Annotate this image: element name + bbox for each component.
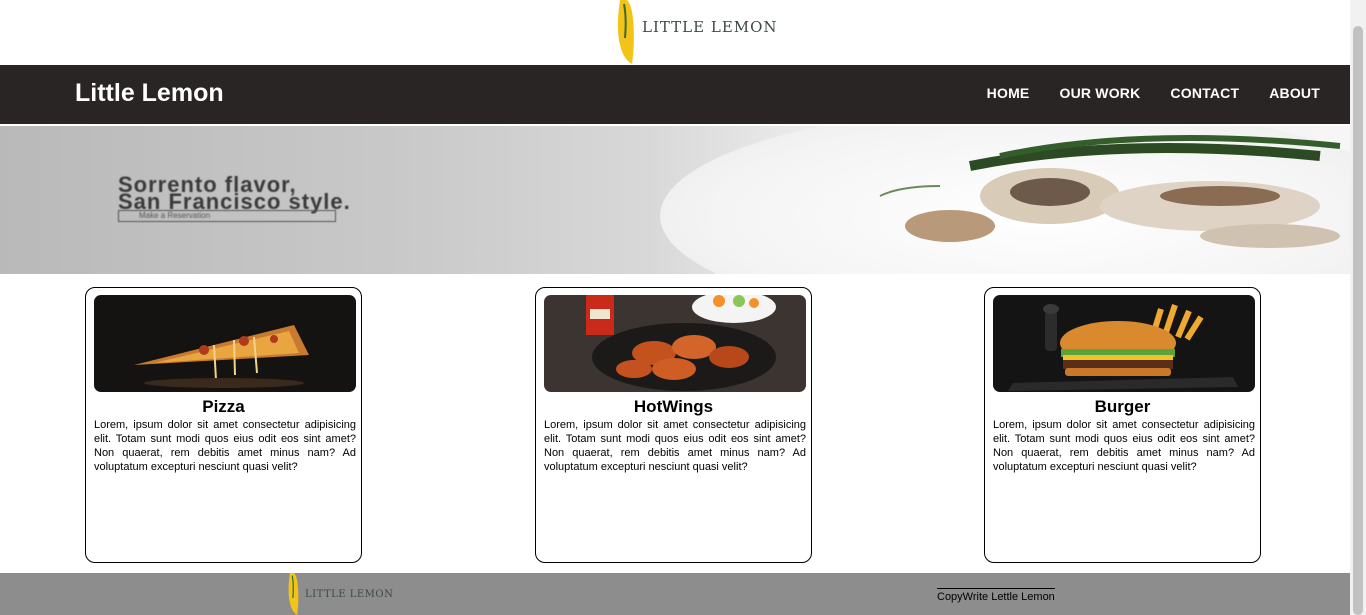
footer-logo[interactable]: LITTLE LEMON: [288, 573, 393, 615]
copyright-text: CopyWrite Lettle Lemon: [937, 588, 1055, 603]
nav-home-link[interactable]: HOME: [987, 85, 1030, 101]
menu-card-hotwings[interactable]: HotWings Lorem, ipsum dolor sit amet con…: [535, 287, 812, 563]
scrollbar-thumb[interactable]: [1353, 26, 1363, 615]
card-description: Lorem, ipsum dolor sit amet consectetur …: [94, 419, 356, 473]
nav-contact-link[interactable]: CONTACT: [1170, 85, 1239, 101]
pizza-image: [94, 295, 356, 392]
nav-our-work-link[interactable]: OUR WORK: [1059, 85, 1140, 101]
nav-about-link[interactable]: ABOUT: [1269, 85, 1320, 101]
nav-links: HOME OUR WORK CONTACT ABOUT: [987, 85, 1320, 101]
burger-image: [993, 295, 1255, 392]
page-scrollbar[interactable]: [1350, 0, 1366, 615]
hero-banner: Sorrento flavor, San Francisco style. Ma…: [0, 126, 1350, 274]
card-description: Lorem, ipsum dolor sit amet consectetur …: [544, 419, 806, 473]
brand-title[interactable]: Little Lemon: [75, 79, 224, 108]
lemon-icon: [617, 0, 634, 64]
footer-logo-text: LITTLE LEMON: [305, 589, 394, 600]
card-title: HotWings: [633, 397, 714, 416]
menu-card-burger[interactable]: Burger Lorem, ipsum dolor sit amet conse…: [984, 287, 1261, 563]
footer: LITTLE LEMON CopyWrite Lettle Lemon: [0, 573, 1350, 615]
hero-headline-line2: San Francisco style.: [118, 189, 351, 214]
card-description: Lorem, ipsum dolor sit amet consectetur …: [993, 419, 1255, 473]
navbar: Little Lemon HOME OUR WORK CONTACT ABOUT: [0, 65, 1350, 124]
hero-headline: Sorrento flavor, San Francisco style.: [118, 174, 351, 214]
card-title: Pizza: [202, 397, 245, 416]
card-title: Burger: [1094, 397, 1151, 416]
hotwings-image: [544, 295, 806, 392]
menu-card-pizza[interactable]: Pizza Lorem, ipsum dolor sit amet consec…: [85, 287, 362, 563]
lemon-icon: [288, 573, 299, 615]
top-logo[interactable]: LITTLE LEMON: [617, 0, 777, 64]
logo-text: LITTLE LEMON: [642, 18, 778, 36]
hero-food-image: [879, 135, 1341, 248]
reservation-button[interactable]: Make a Reservation: [118, 210, 336, 222]
